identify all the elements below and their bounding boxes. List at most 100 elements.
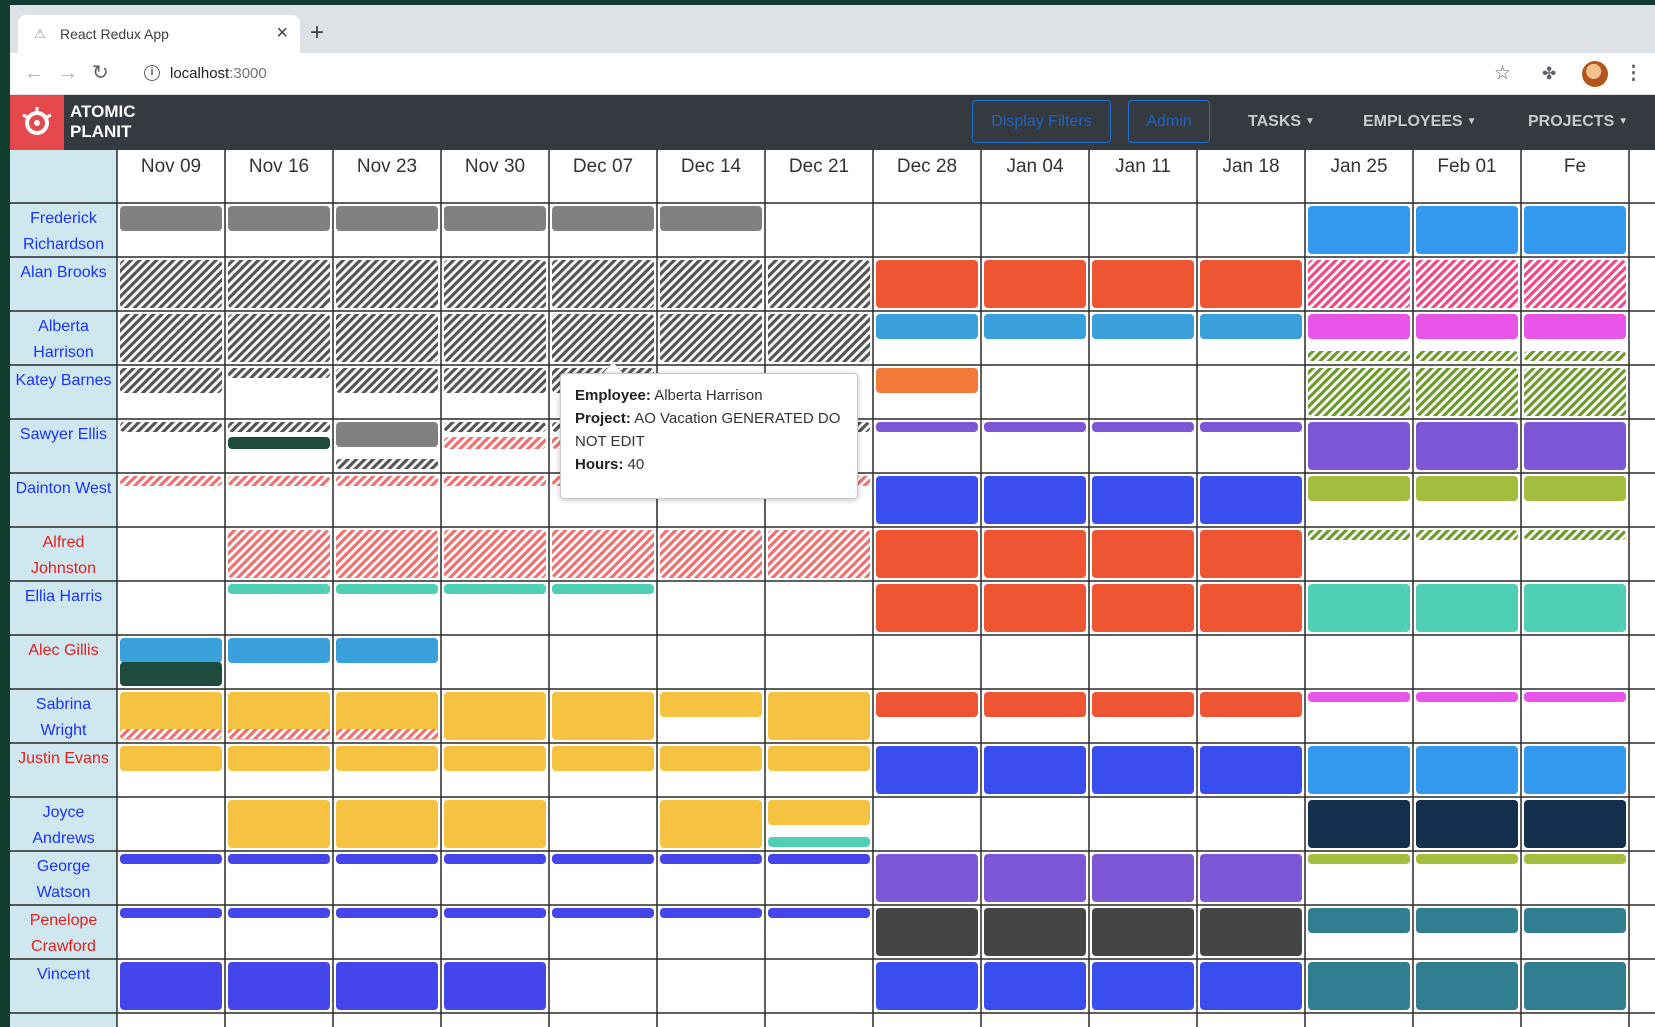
employee-name[interactable]: Alan Brooks xyxy=(20,264,106,281)
employee-name[interactable]: Justin Evans xyxy=(18,750,109,767)
assignment-block[interactable] xyxy=(228,314,330,362)
assignment-block[interactable] xyxy=(1524,530,1626,540)
assignment-block[interactable] xyxy=(984,584,1086,632)
assignment-block[interactable] xyxy=(660,206,762,231)
assignment-block[interactable] xyxy=(1200,314,1302,339)
employee-name[interactable]: Watson xyxy=(37,884,91,901)
assignment-block[interactable] xyxy=(1092,260,1194,308)
assignment-block[interactable] xyxy=(228,260,330,308)
assignment-block[interactable] xyxy=(552,692,654,740)
assignment-block[interactable] xyxy=(1092,746,1194,794)
assignment-block[interactable] xyxy=(1092,962,1194,1010)
close-tab-icon[interactable]: × xyxy=(276,22,288,45)
employees-dropdown[interactable]: EMPLOYEES ▼ xyxy=(1363,113,1476,131)
assignment-block[interactable] xyxy=(1200,692,1302,717)
assignment-block[interactable] xyxy=(1308,314,1410,339)
employee-name[interactable]: Andrews xyxy=(32,830,94,847)
assignment-block[interactable] xyxy=(1416,260,1518,308)
assignment-block[interactable] xyxy=(1416,854,1518,864)
assignment-block[interactable] xyxy=(1524,260,1626,308)
site-info-icon[interactable]: i xyxy=(144,65,160,81)
atomic-logo-icon[interactable] xyxy=(10,95,64,150)
employee-name[interactable]: Crawford xyxy=(31,938,96,955)
assignment-block[interactable] xyxy=(552,854,654,864)
assignment-block[interactable] xyxy=(336,962,438,1010)
assignment-block[interactable] xyxy=(1308,962,1410,1010)
assignment-block[interactable] xyxy=(1308,351,1410,361)
assignment-block[interactable] xyxy=(876,476,978,524)
assignment-block[interactable] xyxy=(120,368,222,393)
assignment-block[interactable] xyxy=(1308,422,1410,470)
assignment-block[interactable] xyxy=(444,530,546,578)
assignment-block[interactable] xyxy=(552,314,654,362)
assignment-block[interactable] xyxy=(1524,422,1626,470)
assignment-block[interactable] xyxy=(1200,476,1302,524)
assignment-block[interactable] xyxy=(120,962,222,1010)
assignment-block[interactable] xyxy=(1524,962,1626,1010)
assignment-block[interactable] xyxy=(444,206,546,231)
assignment-block[interactable] xyxy=(1524,368,1626,416)
employee-name[interactable]: Alfred xyxy=(43,534,85,551)
assignment-block[interactable] xyxy=(120,206,222,231)
assignment-block[interactable] xyxy=(660,746,762,771)
assignment-block[interactable] xyxy=(228,584,330,594)
assignment-block[interactable] xyxy=(120,260,222,308)
employee-name[interactable]: Johnston xyxy=(31,560,96,577)
assignment-block[interactable] xyxy=(660,260,762,308)
assignment-block[interactable] xyxy=(1416,422,1518,470)
reload-icon[interactable]: ↻ xyxy=(92,61,109,85)
employee-name[interactable]: Richardson xyxy=(23,236,104,253)
employee-name[interactable]: Katey Barnes xyxy=(15,372,111,389)
assignment-block[interactable] xyxy=(1308,530,1410,540)
assignment-block[interactable] xyxy=(120,476,222,486)
assignment-block[interactable] xyxy=(984,692,1086,717)
assignment-block[interactable] xyxy=(876,260,978,308)
assignment-block[interactable] xyxy=(984,962,1086,1010)
employee-name[interactable]: Sabrina xyxy=(36,696,91,713)
assignment-block[interactable] xyxy=(1416,692,1518,702)
assignment-block[interactable] xyxy=(1416,746,1518,794)
assignment-block[interactable] xyxy=(552,908,654,918)
assignment-block[interactable] xyxy=(984,854,1086,902)
assignment-block[interactable] xyxy=(228,746,330,771)
assignment-block[interactable] xyxy=(1308,206,1410,254)
assignment-block[interactable] xyxy=(552,530,654,578)
assignment-block[interactable] xyxy=(876,854,978,902)
assignment-block[interactable] xyxy=(228,854,330,864)
assignment-block[interactable] xyxy=(1416,962,1518,1010)
assignment-block[interactable] xyxy=(1092,584,1194,632)
assignment-block[interactable] xyxy=(984,260,1086,308)
assignment-block[interactable] xyxy=(228,437,330,449)
employee-name[interactable]: Frederick xyxy=(30,210,98,227)
assignment-block[interactable] xyxy=(336,314,438,362)
assignment-block[interactable] xyxy=(1092,422,1194,432)
assignment-block[interactable] xyxy=(228,368,330,378)
assignment-block[interactable] xyxy=(120,854,222,864)
url-field[interactable]: localhost:3000 xyxy=(170,65,267,82)
assignment-block[interactable] xyxy=(552,260,654,308)
new-tab-icon[interactable]: + xyxy=(310,21,324,45)
employee-name[interactable]: Wright xyxy=(41,722,87,739)
assignment-block[interactable] xyxy=(228,908,330,918)
assignment-block[interactable] xyxy=(876,584,978,632)
assignment-block[interactable] xyxy=(444,800,546,848)
assignment-block[interactable] xyxy=(1308,800,1410,848)
assignment-block[interactable] xyxy=(1416,476,1518,501)
assignment-block[interactable] xyxy=(984,422,1086,432)
assignment-block[interactable] xyxy=(1524,476,1626,501)
assignment-block[interactable] xyxy=(336,260,438,308)
assignment-block[interactable] xyxy=(984,908,1086,956)
assignment-block[interactable] xyxy=(1200,260,1302,308)
assignment-block[interactable] xyxy=(1524,584,1626,632)
assignment-block[interactable] xyxy=(876,368,978,393)
assignment-block[interactable] xyxy=(228,729,330,739)
assignment-block[interactable] xyxy=(1200,530,1302,578)
assignment-block[interactable] xyxy=(336,422,438,447)
assignment-block[interactable] xyxy=(444,908,546,918)
assignment-block[interactable] xyxy=(984,746,1086,794)
assignment-block[interactable] xyxy=(444,746,546,771)
assignment-block[interactable] xyxy=(336,368,438,393)
assignment-block[interactable] xyxy=(1416,584,1518,632)
assignment-block[interactable] xyxy=(336,530,438,578)
assignment-block[interactable] xyxy=(444,692,546,740)
